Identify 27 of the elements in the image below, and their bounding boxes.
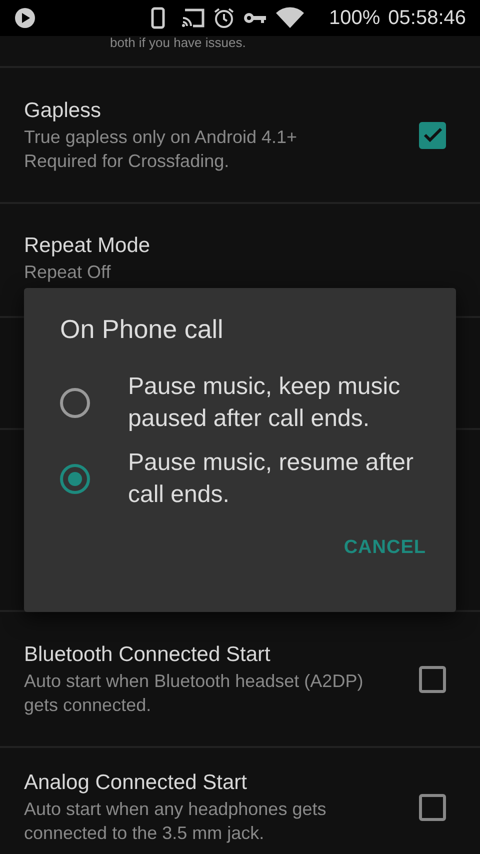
dialog-title: On Phone call xyxy=(60,313,224,346)
setting-summary: Auto start when any headphones gets connected to the 3.5 mm jack. xyxy=(24,798,328,845)
checkbox[interactable] xyxy=(419,122,446,148)
radio-button[interactable] xyxy=(60,388,90,418)
alarm-icon xyxy=(212,7,235,29)
play-icon xyxy=(14,7,36,29)
setting-title: Repeat Mode xyxy=(24,233,150,259)
setting-summary: Repeat Off xyxy=(24,261,112,284)
setting-summary: True gapless only on Android 4.1+ Required for Crossfading. xyxy=(24,126,298,173)
checkmark-icon xyxy=(422,127,442,143)
key-icon xyxy=(242,11,267,25)
battery-level: 100% xyxy=(328,6,380,31)
checkbox[interactable] xyxy=(419,794,446,820)
phone-icon xyxy=(150,7,165,29)
clock: 05:58:46 xyxy=(388,6,466,31)
setting-title: Gapless xyxy=(24,98,102,124)
setting-title: Analog Connected Start xyxy=(24,770,248,796)
option-label: Pause music, resume after call ends. xyxy=(128,448,414,510)
radio-button[interactable] xyxy=(60,464,90,494)
wifi-icon xyxy=(274,7,305,29)
cast-icon xyxy=(180,8,205,28)
setting-summary: Auto start when Bluetooth headset (A2DP) gets connected. xyxy=(24,670,364,717)
setting-title: Bluetooth Connected Start xyxy=(24,642,272,668)
setting-summary: both if you have issues. xyxy=(110,36,246,50)
cancel-button[interactable]: CANCEL xyxy=(338,533,432,564)
option-label: Pause music, keep music paused after call ends. xyxy=(128,372,402,434)
checkbox[interactable] xyxy=(419,666,446,692)
